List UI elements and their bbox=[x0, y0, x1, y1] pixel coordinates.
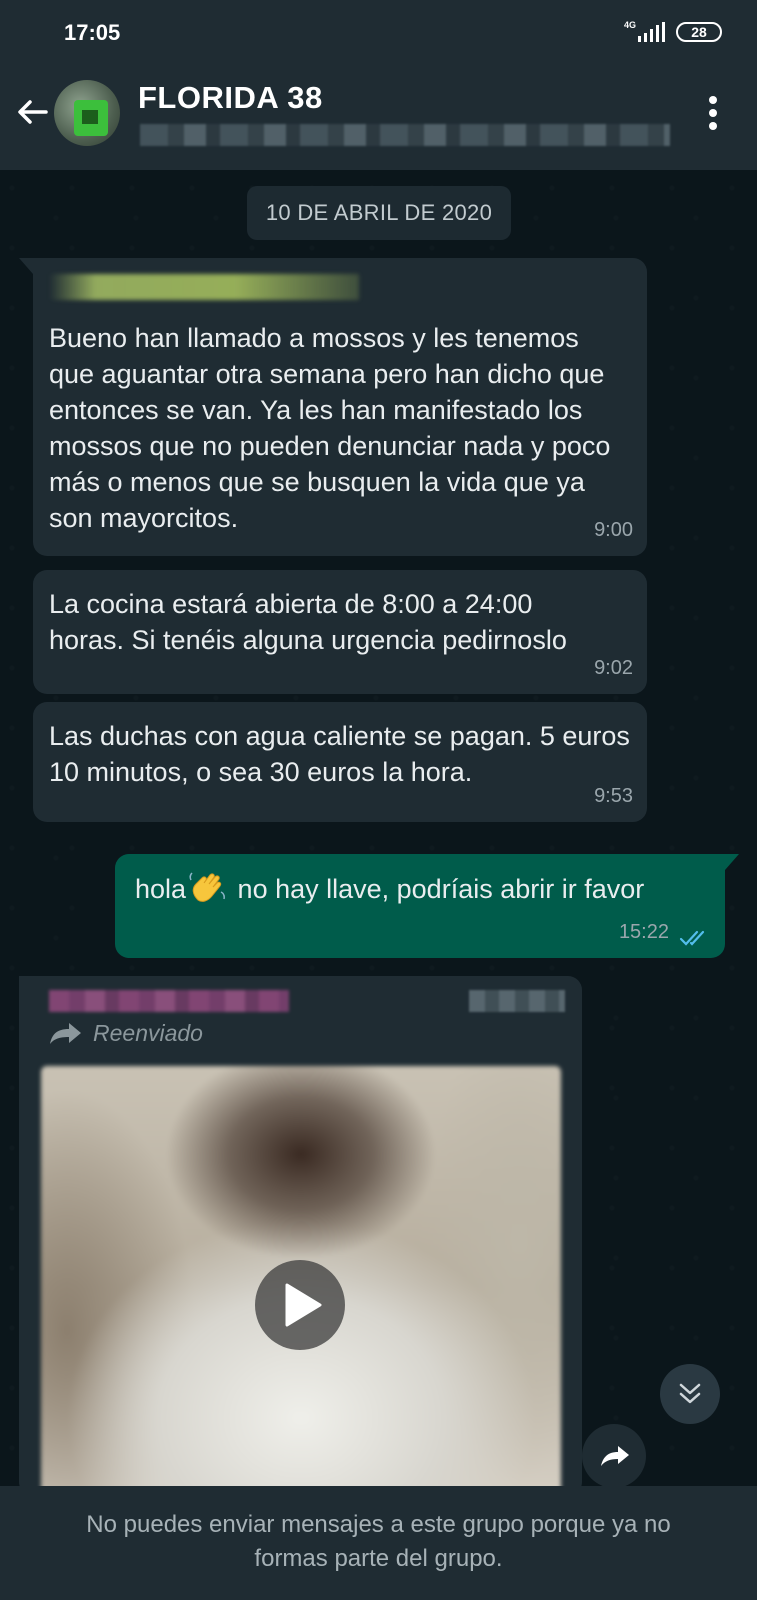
share-arrow-icon[interactable] bbox=[582, 1424, 646, 1486]
arrow-left-icon[interactable] bbox=[12, 92, 52, 132]
message-text: Las duchas con agua caliente se pagan. 5… bbox=[49, 721, 630, 787]
message-bubble-outgoing[interactable]: hola no hay llave, podríais abrir ir fav… bbox=[115, 854, 725, 958]
chat-area[interactable]: 10 DE ABRIL DE 2020 Bueno han llamado a … bbox=[0, 170, 757, 1486]
message-time: 15:22 bbox=[618, 921, 669, 943]
message-text: hola no hay llave, podríais abrir ir fav… bbox=[135, 870, 705, 907]
forwarded-video-bubble[interactable]: Reenviado bbox=[19, 976, 582, 1486]
bubble-tail bbox=[19, 258, 33, 274]
forwarded-label: Reenviado bbox=[49, 1020, 203, 1056]
play-icon[interactable] bbox=[255, 1260, 345, 1350]
message-time: 9:02 bbox=[594, 657, 633, 679]
chat-header[interactable]: FLORIDA 38 bbox=[0, 62, 757, 170]
forwarded-text: Reenviado bbox=[93, 1020, 203, 1046]
battery-level: 28 bbox=[691, 24, 707, 40]
message-bubble-incoming[interactable]: Bueno han llamado a mossos y les tenemos… bbox=[33, 258, 647, 556]
waving-hand-icon bbox=[189, 872, 225, 902]
bubble-tail bbox=[725, 854, 739, 870]
message-time: 9:00 bbox=[594, 519, 633, 541]
signal-icon bbox=[638, 22, 665, 42]
sender-phone-redacted bbox=[469, 990, 565, 1012]
more-vert-icon[interactable] bbox=[706, 94, 720, 134]
chevrons-down-icon[interactable] bbox=[660, 1364, 720, 1424]
date-chip: 10 DE ABRIL DE 2020 bbox=[247, 186, 511, 240]
sender-name-redacted bbox=[49, 990, 289, 1012]
battery-icon: 28 bbox=[676, 22, 722, 42]
notice-text: No puedes enviar mensajes a este grupo p… bbox=[86, 1511, 671, 1572]
message-bubble-incoming[interactable]: Las duchas con agua caliente se pagan. 5… bbox=[33, 702, 647, 822]
message-text-part: no hay llave, podríais abrir ir favor bbox=[230, 874, 645, 904]
group-removed-notice: No puedes enviar mensajes a este grupo p… bbox=[0, 1486, 757, 1600]
double-check-icon bbox=[679, 930, 705, 946]
network-type: 4G bbox=[624, 20, 637, 30]
message-text-part: hola bbox=[135, 874, 187, 904]
group-avatar[interactable] bbox=[54, 80, 120, 146]
forward-arrow-icon bbox=[50, 1023, 81, 1044]
message-text: Bueno han llamado a mossos y les tenemos… bbox=[49, 323, 611, 533]
participants-redacted bbox=[140, 124, 670, 146]
status-time: 17:05 bbox=[64, 20, 121, 45]
message-bubble-incoming[interactable]: La cocina estará abierta de 8:00 a 24:00… bbox=[33, 570, 647, 694]
group-title[interactable]: FLORIDA 38 bbox=[138, 80, 323, 116]
status-bar: 17:05 4G 28 bbox=[0, 0, 757, 62]
avatar-window-shape bbox=[82, 110, 98, 124]
message-text: La cocina estará abierta de 8:00 a 24:00… bbox=[49, 589, 567, 655]
sender-name-redacted bbox=[49, 274, 359, 300]
message-time: 9:53 bbox=[594, 785, 633, 807]
